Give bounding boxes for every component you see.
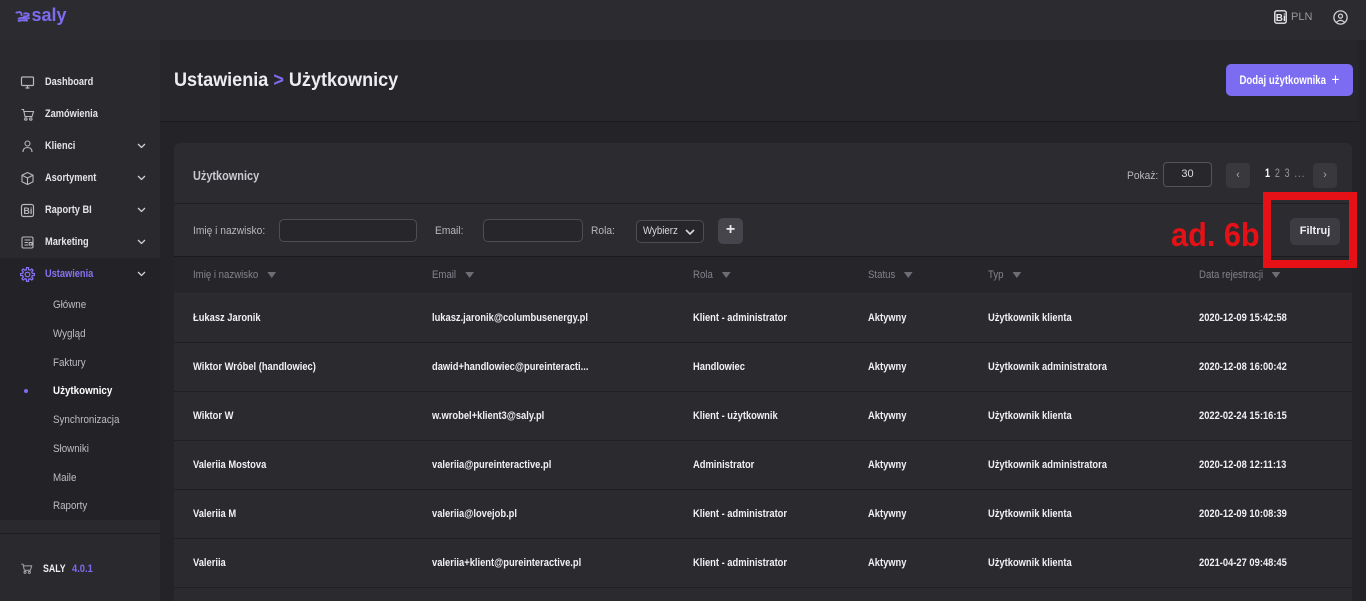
svg-text:Bi: Bi bbox=[23, 206, 32, 216]
svg-text:Bi: Bi bbox=[1276, 13, 1286, 24]
svg-text:saly: saly bbox=[32, 5, 67, 25]
